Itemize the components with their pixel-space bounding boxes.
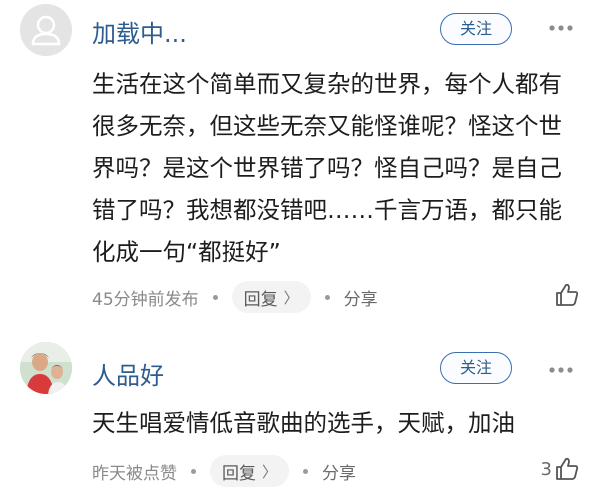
like-count: 3 [540,458,552,480]
thumbs-up-icon [556,283,579,306]
avatar[interactable] [20,342,72,394]
separator-dot [303,468,309,474]
comment-time: 昨天被点赞 [92,463,177,484]
reply-button[interactable]: 回复 〉 [210,455,290,487]
like-button[interactable] [552,282,580,308]
default-user-icon [20,4,72,56]
share-button[interactable]: 分享 [344,285,378,310]
more-icon[interactable] [548,366,574,374]
username[interactable]: 人品好 [92,356,164,391]
avatar[interactable] [20,4,72,56]
comment-time: 45分钟前发布 [92,289,199,310]
separator-dot [212,294,218,300]
separator-dot [324,294,330,300]
user-photo [20,342,72,394]
reply-label: 回复 [243,289,278,310]
comment-meta: 45分钟前发布 回复 〉 分享 [92,280,378,314]
comment-meta: 昨天被点赞 回复 〉 分享 [92,454,356,488]
comment-text: 生活在这个简单而又复杂的世界，每个人都有很多无奈，但这些无奈又能怪谁呢？怪这个世… [92,70,562,266]
username[interactable]: 加载中... [92,14,187,49]
follow-button[interactable]: 关注 [440,352,512,384]
comment-text: 天生唱爱情低音歌曲的选手，天赋，加油 [92,409,515,437]
reply-button[interactable]: 回复 〉 [231,281,311,313]
like-button[interactable]: 3 [541,456,580,482]
reply-label: 回复 [222,463,256,484]
thumbs-up-icon [556,457,579,480]
chevron-right-icon: 〉 [283,288,299,307]
chevron-right-icon: 〉 [262,462,278,481]
follow-button[interactable]: 关注 [440,13,512,45]
separator-dot [191,468,196,474]
more-icon[interactable] [548,24,574,32]
share-button[interactable]: 分享 [322,459,356,484]
comment-item: 人品好 关注 天生唱爱情低音歌曲的选手，天赋，加油 昨天被点赞 回复 〉 分享 … [0,338,600,502]
comment-item: 加载中... 关注 生活在这个简单而又复杂的世界，每个人都有很多无奈，但这些无奈… [0,0,600,330]
